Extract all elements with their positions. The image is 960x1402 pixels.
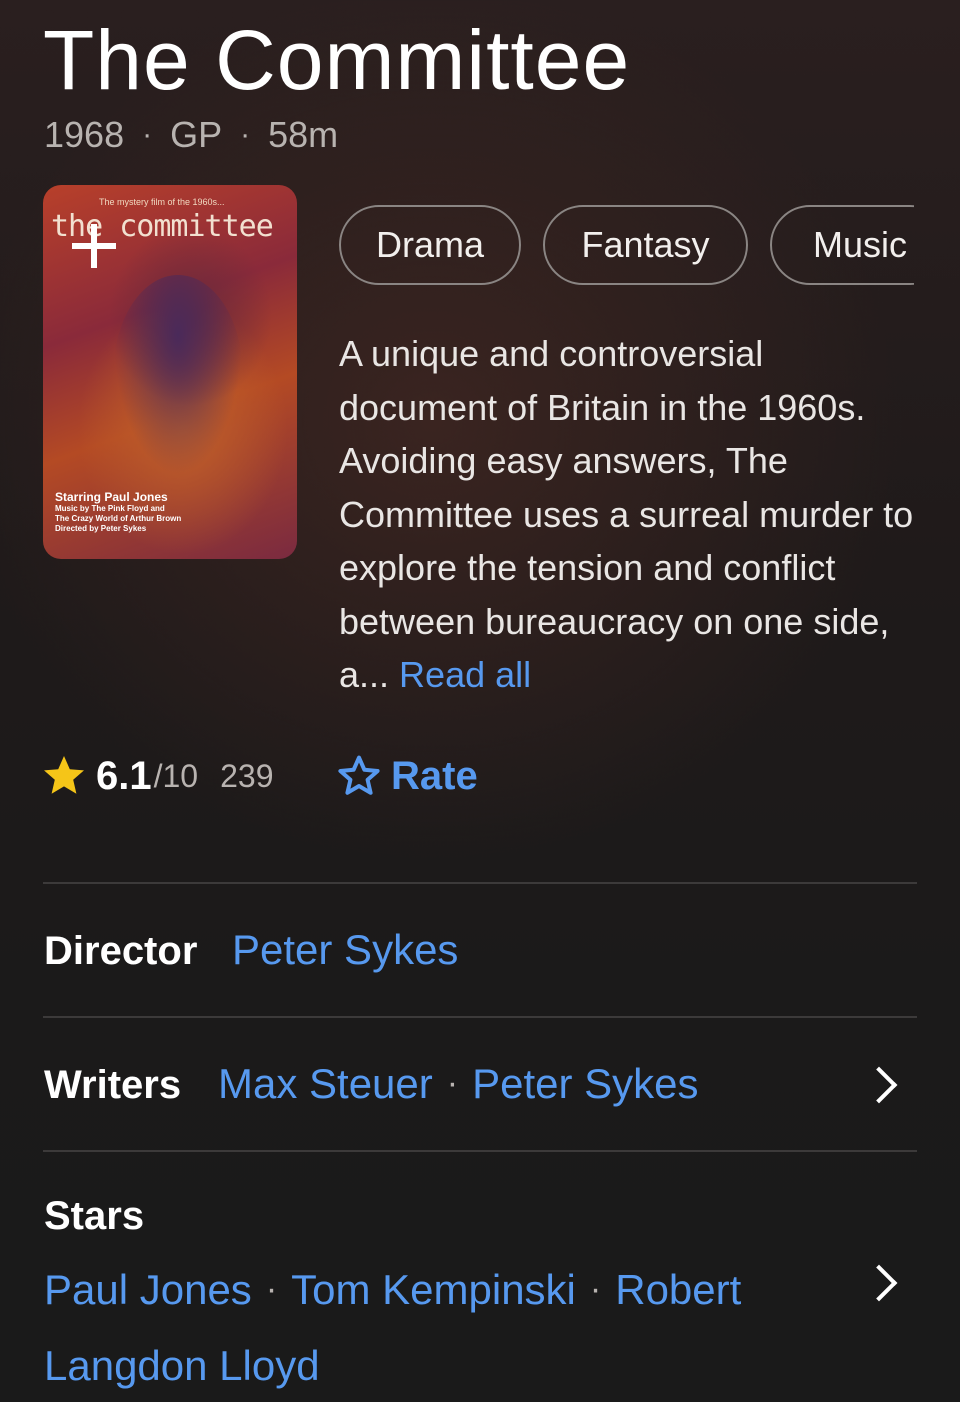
poster-tagline: The mystery film of the 1960s... [99,197,225,207]
star-link[interactable]: Paul Jones [44,1266,252,1313]
name-separator: · [446,1064,459,1102]
genre-chips: Drama Fantasy Music [339,205,914,287]
divider [43,882,917,884]
genre-chip-drama[interactable]: Drama [339,205,521,285]
star-link[interactable]: Robert [615,1266,741,1313]
divider [43,1150,917,1152]
divider [43,1016,917,1018]
name-separator: · [589,1270,602,1308]
star-outline-icon [338,755,380,795]
chevron-right-icon[interactable] [860,1264,898,1302]
star-link-continued[interactable]: Langdon Lloyd [44,1342,320,1389]
rating-score: 6.1 [96,753,152,798]
rating-scale: /10 [153,757,199,794]
chevron-right-icon[interactable] [860,1066,898,1104]
poster-figure [113,275,243,475]
plus-icon[interactable] [69,221,119,271]
writers-label: Writers [44,1063,182,1107]
movie-poster[interactable]: The mystery film of the 1960s... the com… [43,185,297,559]
name-separator: · [265,1270,278,1308]
plot-text: A unique and controversial document of B… [339,333,914,695]
director-names: Peter Sykes [232,926,458,974]
writer-link[interactable]: Max Steuer [218,1060,433,1107]
rate-button[interactable]: Rate [335,752,478,800]
genre-chip-music[interactable]: Music [770,205,914,285]
meta-separator: · [142,118,153,151]
read-all-link[interactable]: Read all [399,654,531,695]
imdb-rating[interactable]: 6.1 /10 239 [40,752,273,800]
release-year: 1968 [44,114,125,155]
rate-label: Rate [391,753,478,798]
meta-separator: · [240,118,251,151]
star-filled-icon [44,756,84,794]
poster-credits: Starring Paul Jones Music by The Pink Fl… [55,490,182,533]
plot-summary: A unique and controversial document of B… [339,327,929,702]
genre-chip-fantasy[interactable]: Fantasy [543,205,748,285]
movie-title: The Committee [43,13,631,107]
stars-names: Paul Jones · Tom Kempinski · Robert Langdon L… [44,1257,824,1402]
director-link[interactable]: Peter Sykes [232,926,458,973]
writers-names: Max Steuer · Peter Sykes [218,1060,699,1108]
runtime: 58m [268,114,339,155]
stars-label: Stars [44,1194,145,1238]
star-link[interactable]: Tom Kempinski [291,1266,576,1313]
rating-votes: 239 [220,757,274,794]
content-rating: GP [170,114,223,155]
writer-link[interactable]: Peter Sykes [472,1060,698,1107]
director-label: Director [44,929,198,973]
movie-meta: 1968 · GP · 58m [44,114,338,156]
